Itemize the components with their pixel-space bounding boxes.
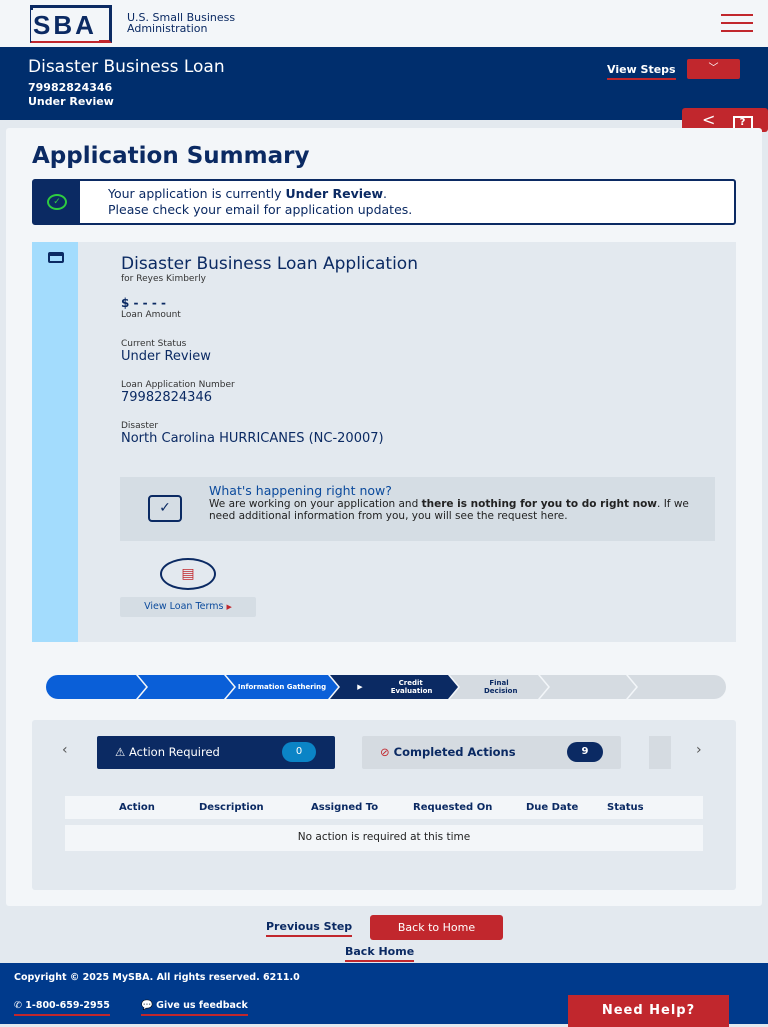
need-help-button[interactable]: Need Help? — [568, 995, 729, 1027]
chat-icon: 💬 — [141, 1000, 153, 1011]
caret-right-icon: ▶ — [226, 603, 232, 611]
tab-partial[interactable] — [649, 736, 671, 769]
view-steps-link[interactable]: View Steps — [607, 63, 676, 80]
sba-logo[interactable]: SBA — [30, 5, 112, 43]
site-header: SBA U.S. Small Business Administration — [0, 0, 768, 47]
step-1 — [46, 675, 146, 699]
banner-number: 79982824346 — [28, 81, 113, 94]
copyright: Copyright © 2025 MySBA. All rights reser… — [14, 972, 300, 983]
phone-link[interactable]: ✆ 1-800-659-2955 — [14, 1000, 110, 1016]
loan-amount: $ - - - - — [121, 296, 166, 310]
chevron-down-icon: ﹀ — [708, 63, 719, 74]
current-status: Under Review — [121, 349, 211, 364]
warning-icon: ⚠ — [115, 745, 126, 759]
feedback-link[interactable]: 💬 Give us feedback — [141, 1000, 248, 1016]
card-subtitle: for Reyes Kimberly — [121, 274, 206, 284]
step-credit-evaluation: ▶ Credit Evaluation — [330, 675, 458, 699]
document-icon[interactable]: ▤ — [160, 558, 216, 590]
page-title: Application Summary — [32, 143, 310, 169]
empty-message: No action is required at this time — [297, 831, 471, 843]
alert-icon-area: ✓ — [34, 181, 80, 223]
step-final-decision: Final Decision — [450, 675, 548, 699]
check-circle-icon: ⊘ — [380, 745, 390, 759]
status-alert: ✓ Your application is currently Under Re… — [32, 179, 736, 225]
actions-table: Action Description Assigned To Requested… — [65, 790, 703, 857]
step-6 — [540, 675, 636, 699]
card-accent — [32, 242, 78, 642]
banner-status: Under Review — [28, 95, 114, 108]
previous-step-link[interactable]: Previous Step — [266, 920, 353, 937]
carousel-next-icon[interactable]: › — [696, 742, 702, 758]
hamburger-menu-icon[interactable] — [721, 14, 753, 32]
card-title: Disaster Business Loan Application — [121, 254, 418, 274]
phone-icon: ✆ — [14, 1000, 22, 1011]
action-required-count: 0 — [282, 742, 316, 762]
view-steps-toggle[interactable]: ﹀ — [687, 59, 740, 79]
clipboard-check-icon: ✓ — [148, 495, 182, 522]
completed-count: 9 — [567, 742, 603, 762]
back-home-link[interactable]: Back Home — [345, 945, 415, 962]
site-footer: Copyright © 2025 MySBA. All rights reser… — [0, 963, 768, 1027]
step-7 — [628, 675, 726, 699]
actions-panel: ‹ ⚠ Action Required 0 ⊘ Completed Action… — [32, 720, 736, 890]
disaster-name: North Carolina HURRICANES (NC-20007) — [121, 431, 384, 446]
carousel-prev-icon[interactable]: ‹ — [62, 742, 68, 758]
step-information-gathering: Information Gathering — [226, 675, 338, 699]
application-number: 79982824346 — [121, 390, 212, 405]
back-to-home-button[interactable]: Back to Home — [370, 915, 503, 940]
whats-happening-box: ✓ What's happening right now? We are wor… — [120, 477, 715, 541]
storefront-icon — [48, 252, 64, 263]
banner-title: Disaster Business Loan — [28, 57, 225, 77]
check-circle-icon: ✓ — [47, 194, 67, 210]
loan-banner: Disaster Business Loan 79982824346 Under… — [0, 47, 768, 120]
step-2 — [138, 675, 234, 699]
agency-name-line2: Administration — [127, 22, 208, 35]
loan-card: Disaster Business Loan Application for R… — [32, 242, 736, 642]
view-loan-terms-button[interactable]: View Loan Terms ▶ — [120, 597, 256, 617]
tab-completed-actions[interactable]: ⊘ Completed Actions 9 — [362, 736, 621, 769]
tab-action-required[interactable]: ⚠ Action Required 0 — [97, 736, 335, 769]
chevron-left-icon: < — [702, 110, 716, 129]
